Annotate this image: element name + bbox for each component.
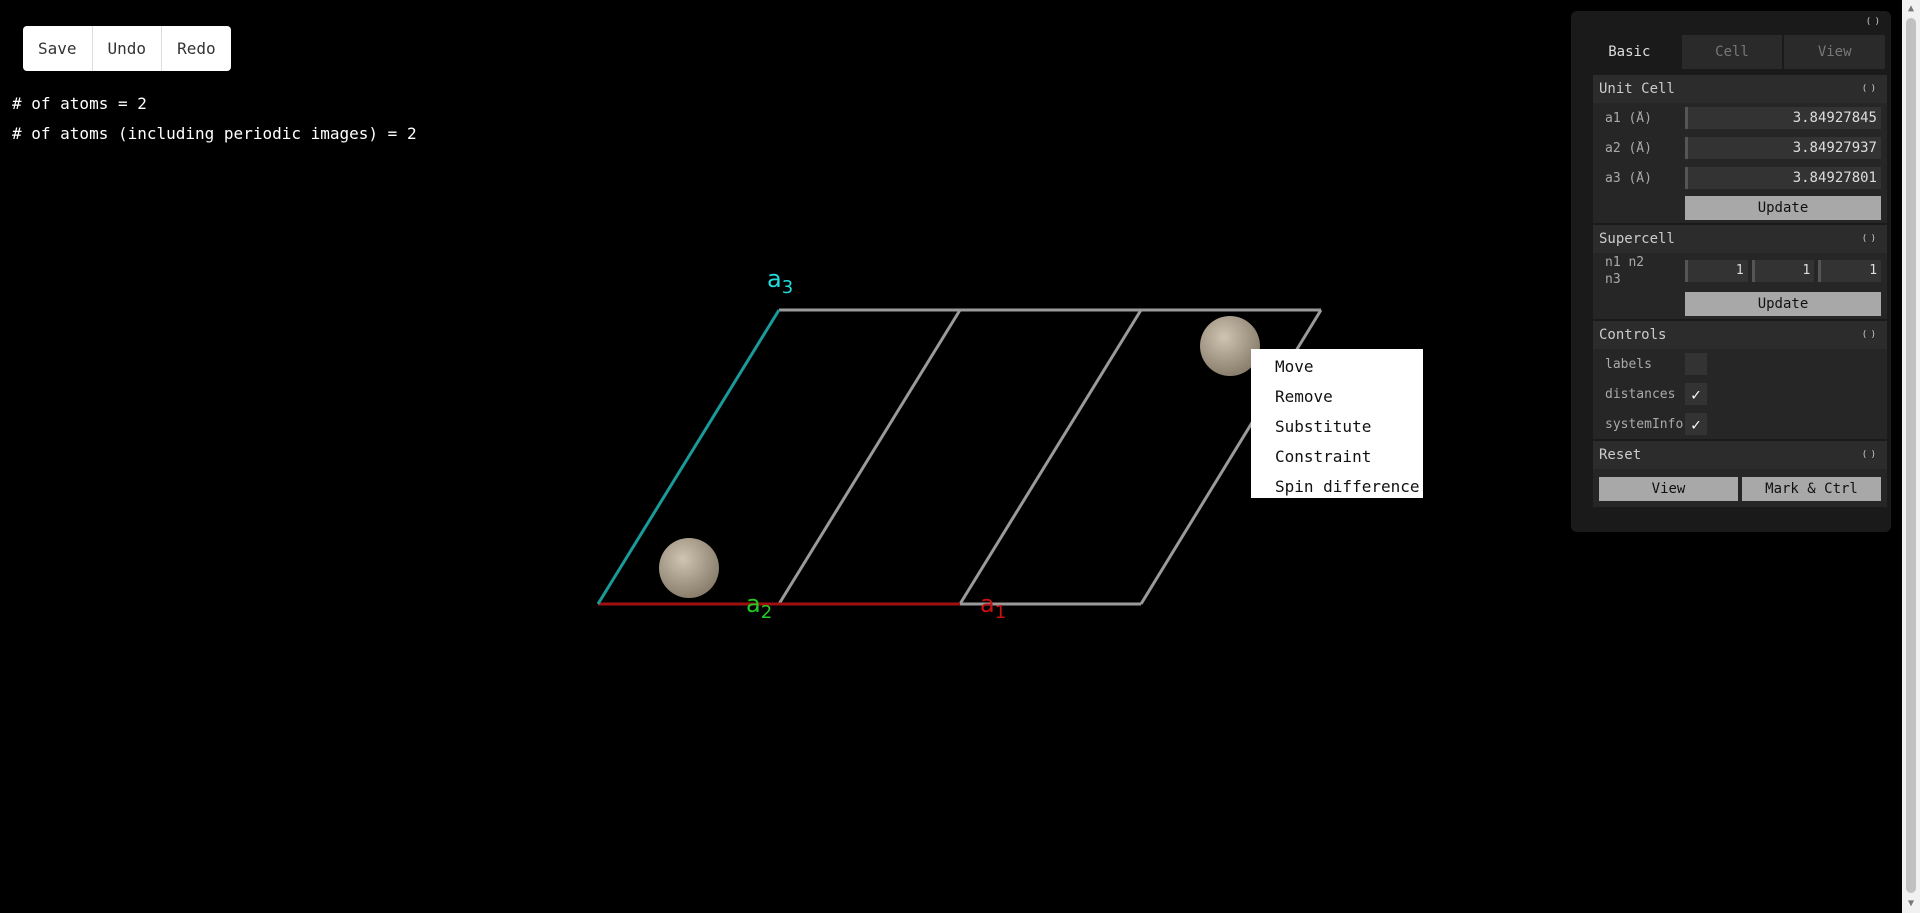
atom-context-menu: Move Remove Substitute Constraint Spin d… [1251, 349, 1423, 498]
a3-row: a3 (Å) 3.84927801 [1593, 163, 1887, 193]
menu-item-move[interactable]: Move [1251, 352, 1423, 382]
collapse-section-icon[interactable]: ( ) [1862, 75, 1876, 103]
supercell-row: n1 n2 n3 1 1 1 [1593, 253, 1887, 289]
reset-view-button[interactable]: View [1599, 477, 1738, 501]
control-panel: ( ) Basic Cell View Unit Cell ( ) a1 (Å)… [1571, 11, 1891, 532]
labels-label: labels [1605, 356, 1652, 372]
n3-input[interactable]: 1 [1818, 260, 1882, 282]
a1-row: a1 (Å) 3.84927845 [1593, 103, 1887, 133]
checkmark-icon: ✓ [1691, 384, 1701, 404]
menu-item-substitute[interactable]: Substitute [1251, 412, 1423, 442]
systeminfo-row: systemInfo ✓ [1593, 409, 1887, 439]
menu-item-remove[interactable]: Remove [1251, 382, 1423, 412]
a1-label: a1 (Å) [1605, 110, 1652, 126]
controls-header[interactable]: Controls ( ) [1593, 321, 1887, 349]
reset-mark-ctrl-button[interactable]: Mark & Ctrl [1742, 477, 1881, 501]
unit-cell-section: Unit Cell ( ) a1 (Å) 3.84927845 a2 (Å) 3… [1593, 75, 1887, 223]
page-scrollbar[interactable]: ▲ ▼ [1902, 0, 1920, 913]
scroll-down-arrow-icon[interactable]: ▼ [1902, 895, 1920, 913]
tab-view[interactable]: View [1784, 35, 1886, 69]
menu-item-constraint[interactable]: Constraint [1251, 442, 1423, 472]
a3-axis-label: a3 [767, 265, 793, 298]
atom[interactable] [659, 538, 719, 598]
controls-section: Controls ( ) labels distances ✓ systemIn… [1593, 321, 1887, 439]
a2-axis-label: a2 [746, 590, 772, 623]
supercell-label: n1 n2 n3 [1605, 255, 1645, 287]
reset-section: Reset ( ) View Mark & Ctrl [1593, 441, 1887, 507]
cell-edge [777, 309, 962, 605]
panel-header: ( ) [1571, 11, 1891, 35]
collapse-section-icon[interactable]: ( ) [1862, 321, 1876, 349]
a1-input[interactable]: 3.84927845 [1685, 107, 1881, 129]
unit-cell-update-row: Update [1593, 193, 1887, 223]
systeminfo-checkbox[interactable]: ✓ [1685, 413, 1707, 435]
supercell-header[interactable]: Supercell ( ) [1593, 225, 1887, 253]
collapse-panel-icon[interactable]: ( ) [1866, 17, 1880, 27]
3d-viewport[interactable]: Save Undo Redo # of atoms = 2 # of atoms… [0, 0, 1900, 913]
labels-checkbox[interactable] [1685, 353, 1707, 375]
unit-cell-update-button[interactable]: Update [1685, 196, 1881, 220]
supercell-section: Supercell ( ) n1 n2 n3 1 1 1 Update [1593, 225, 1887, 319]
n1-input[interactable]: 1 [1685, 260, 1748, 282]
a2-label: a2 (Å) [1605, 140, 1652, 156]
n2-input[interactable]: 1 [1751, 260, 1815, 282]
a2-row: a2 (Å) 3.84927937 [1593, 133, 1887, 163]
distances-checkbox[interactable]: ✓ [1685, 383, 1707, 405]
section-title: Controls [1599, 327, 1667, 343]
supercell-update-row: Update [1593, 289, 1887, 319]
checkmark-icon: ✓ [1691, 414, 1701, 434]
scroll-thumb[interactable] [1906, 18, 1916, 893]
cell-edge [958, 309, 1143, 605]
unit-cell-header[interactable]: Unit Cell ( ) [1593, 75, 1887, 103]
labels-row: labels [1593, 349, 1887, 379]
panel-tabs: Basic Cell View [1579, 35, 1887, 69]
section-title: Unit Cell [1599, 81, 1675, 97]
menu-item-spin-difference[interactable]: Spin difference [1251, 472, 1423, 502]
distances-label: distances [1605, 386, 1676, 402]
a3-label: a3 (Å) [1605, 170, 1652, 186]
section-title: Supercell [1599, 231, 1675, 247]
collapse-section-icon[interactable]: ( ) [1862, 225, 1876, 253]
tab-basic[interactable]: Basic [1579, 35, 1680, 69]
systeminfo-label: systemInfo [1605, 416, 1684, 432]
a1-axis-label: a1 [980, 590, 1006, 623]
distances-row: distances ✓ [1593, 379, 1887, 409]
a2-input[interactable]: 3.84927937 [1685, 137, 1881, 159]
reset-header[interactable]: Reset ( ) [1593, 441, 1887, 469]
tab-cell[interactable]: Cell [1681, 35, 1783, 69]
reset-buttons: View Mark & Ctrl [1593, 469, 1887, 507]
a3-input[interactable]: 3.84927801 [1685, 167, 1881, 189]
section-title: Reset [1599, 447, 1642, 463]
supercell-update-button[interactable]: Update [1685, 292, 1881, 316]
supercell-inputs: 1 1 1 [1685, 260, 1882, 282]
collapse-section-icon[interactable]: ( ) [1862, 441, 1876, 469]
scroll-up-arrow-icon[interactable]: ▲ [1902, 0, 1920, 18]
